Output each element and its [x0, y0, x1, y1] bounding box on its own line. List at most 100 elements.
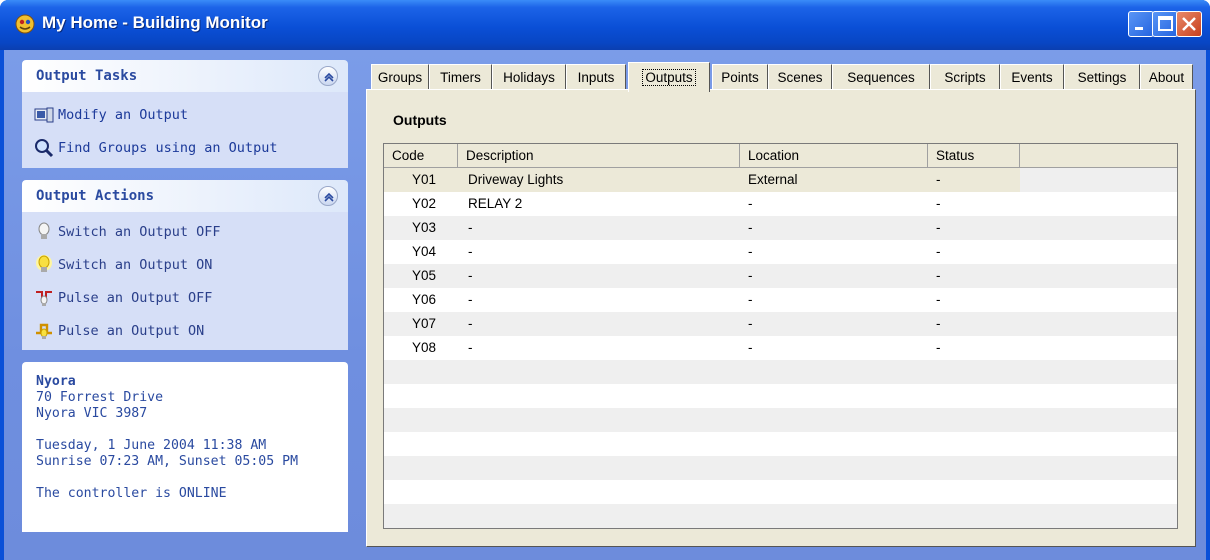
cell-status: -	[936, 268, 941, 283]
controller-status: The controller is ONLINE	[36, 486, 227, 501]
column-header-filler	[1020, 144, 1177, 168]
cell-status: -	[936, 244, 941, 259]
cell-description: -	[468, 244, 473, 259]
empty-row	[384, 432, 1177, 456]
outputs-table[interactable]: Code Description Location Status Y01 Driv…	[383, 143, 1178, 529]
output-tasks-body: Modify an Output Find Groups using an Ou…	[22, 92, 348, 168]
find-groups-link[interactable]: Find Groups using an Output	[34, 137, 277, 159]
cell-status: -	[936, 220, 941, 235]
pulse-output-on-label: Pulse an Output ON	[58, 323, 205, 339]
table-row[interactable]: Y08 - - -	[384, 336, 1177, 360]
tab-inputs[interactable]: Inputs	[566, 64, 626, 90]
collapse-output-actions-button[interactable]	[318, 186, 338, 206]
cell-code: Y05	[412, 268, 437, 283]
cell-location: -	[748, 316, 753, 331]
cell-location: -	[748, 220, 753, 235]
window-title: My Home - Building Monitor	[42, 13, 268, 32]
empty-row	[384, 384, 1177, 408]
find-groups-label: Find Groups using an Output	[58, 140, 278, 156]
cell-code: Y06	[412, 292, 437, 307]
tab-groups[interactable]: Groups	[371, 64, 429, 90]
table-row[interactable]: Y05 - - -	[384, 264, 1177, 288]
chevron-up-icon	[324, 192, 334, 202]
tab-scenes[interactable]: Scenes	[768, 64, 832, 90]
tab-sequences[interactable]: Sequences	[832, 64, 930, 90]
cell-status: -	[936, 292, 941, 307]
cell-description: -	[468, 316, 473, 331]
cell-location: -	[748, 244, 753, 259]
site-name: Nyora	[36, 374, 76, 389]
cell-description: -	[468, 268, 473, 283]
tab-holidays[interactable]: Holidays	[492, 64, 566, 90]
table-header: Code Description Location Status	[384, 144, 1177, 168]
cell-description: -	[468, 340, 473, 355]
panel-title: Outputs	[393, 112, 447, 128]
cell-location: -	[748, 196, 753, 211]
cell-code: Y02	[412, 196, 437, 211]
sunrise-sunset: Sunrise 07:23 AM, Sunset 05:05 PM	[36, 454, 299, 469]
switch-output-on-link[interactable]: Switch an Output ON	[34, 254, 212, 276]
empty-row	[384, 408, 1177, 432]
column-header-code[interactable]: Code	[384, 144, 458, 168]
magnifier-icon	[34, 138, 54, 158]
empty-row	[384, 480, 1177, 504]
table-row[interactable]: Y06 - - -	[384, 288, 1177, 312]
cell-description: Driveway Lights	[468, 172, 564, 187]
output-actions-header[interactable]: Output Actions	[22, 180, 348, 212]
collapse-output-tasks-button[interactable]	[318, 66, 338, 86]
output-actions-title: Output Actions	[36, 188, 155, 204]
tab-about[interactable]: About	[1140, 64, 1193, 90]
close-button[interactable]	[1176, 11, 1202, 37]
cell-status: -	[936, 196, 941, 211]
pulse-output-off-label: Pulse an Output OFF	[58, 290, 213, 306]
cell-code: Y01	[412, 172, 437, 187]
tab-settings[interactable]: Settings	[1064, 64, 1140, 90]
tab-events[interactable]: Events	[1000, 64, 1064, 90]
column-header-description[interactable]: Description	[458, 144, 740, 168]
pulse-output-off-link[interactable]: Pulse an Output OFF	[34, 287, 212, 309]
tab-bar: Groups Timers Holidays Inputs Outputs Po…	[366, 62, 1196, 92]
modify-output-icon	[34, 105, 54, 125]
cell-status: -	[936, 340, 941, 355]
cell-status: -	[936, 316, 941, 331]
tab-scripts[interactable]: Scripts	[930, 64, 1000, 90]
table-row[interactable]: Y01 Driveway Lights External -	[384, 168, 1177, 192]
cell-code: Y04	[412, 244, 437, 259]
table-row[interactable]: Y04 - - -	[384, 240, 1177, 264]
column-header-status[interactable]: Status	[928, 144, 1020, 168]
tab-outputs[interactable]: Outputs	[628, 62, 710, 92]
bulb-on-icon	[34, 255, 54, 275]
switch-output-off-link[interactable]: Switch an Output OFF	[34, 221, 221, 243]
chevron-up-icon	[324, 72, 334, 82]
pulse-on-icon	[34, 321, 54, 341]
table-row[interactable]: Y02 RELAY 2 - -	[384, 192, 1177, 216]
tab-points[interactable]: Points	[712, 64, 768, 90]
switch-output-off-label: Switch an Output OFF	[58, 224, 221, 240]
empty-row	[384, 504, 1177, 528]
pulse-off-icon	[34, 288, 54, 308]
site-address-line2: Nyora VIC 3987	[36, 406, 148, 421]
maximize-button[interactable]	[1152, 11, 1178, 37]
cell-description: -	[468, 292, 473, 307]
bulb-off-icon	[34, 222, 54, 242]
modify-output-link[interactable]: Modify an Output	[34, 104, 188, 126]
title-bar[interactable]: My Home - Building Monitor	[0, 0, 1210, 50]
pulse-output-on-link[interactable]: Pulse an Output ON	[34, 320, 204, 342]
minimize-button[interactable]	[1128, 11, 1154, 37]
empty-row	[384, 456, 1177, 480]
cell-code: Y03	[412, 220, 437, 235]
table-row[interactable]: Y07 - - -	[384, 312, 1177, 336]
app-window: My Home - Building Monitor Output Tasks …	[0, 0, 1210, 560]
app-icon	[14, 13, 36, 35]
cell-location: -	[748, 292, 753, 307]
cell-location: -	[748, 340, 753, 355]
table-row[interactable]: Y03 - - -	[384, 216, 1177, 240]
output-tasks-header[interactable]: Output Tasks	[22, 60, 348, 92]
switch-output-on-label: Switch an Output ON	[58, 257, 213, 273]
cell-code: Y08	[412, 340, 437, 355]
column-header-location[interactable]: Location	[740, 144, 928, 168]
cell-status: -	[936, 172, 941, 187]
site-address-line1: 70 Forrest Drive	[36, 390, 164, 405]
modify-output-label: Modify an Output	[58, 107, 189, 123]
tab-timers[interactable]: Timers	[429, 64, 492, 90]
